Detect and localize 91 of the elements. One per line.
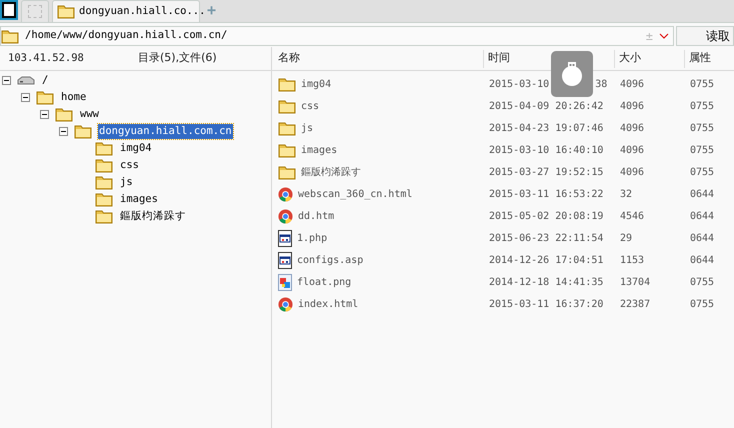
collapse-toggle[interactable] bbox=[59, 127, 68, 136]
folder-icon bbox=[55, 107, 73, 122]
file-permissions: 0755 bbox=[690, 78, 714, 92]
file-time: 2014-12-26 17:04:51 bbox=[489, 254, 604, 268]
file-permissions: 0755 bbox=[690, 276, 714, 290]
file-permissions: 0644 bbox=[690, 188, 714, 202]
file-permissions: 0644 bbox=[690, 232, 714, 246]
file-time: 2015-05-02 20:08:19 bbox=[489, 210, 604, 224]
folder-icon bbox=[278, 120, 296, 136]
folder-icon bbox=[95, 158, 113, 173]
usb-icon bbox=[561, 62, 583, 86]
dropdown-caret-icon[interactable] bbox=[659, 33, 669, 39]
column-header[interactable]: 名称 bbox=[274, 50, 483, 68]
file-time: 2014-12-18 14:41:35 bbox=[489, 276, 604, 290]
file-permissions: 0644 bbox=[690, 254, 714, 268]
browser-icon bbox=[278, 186, 293, 202]
folder-icon bbox=[278, 142, 296, 158]
file-size: 32 bbox=[620, 188, 634, 202]
tree-item[interactable]: dongyuan.hiall.com.cn bbox=[98, 124, 233, 140]
file-time: 2015-03-11 16:37:20 bbox=[489, 298, 604, 312]
tree-item[interactable]: js bbox=[119, 174, 134, 190]
file-name[interactable]: index.html bbox=[298, 296, 358, 312]
file-permissions: 0755 bbox=[690, 166, 714, 180]
drive-icon bbox=[17, 76, 35, 86]
file-size: 4096 bbox=[620, 144, 646, 158]
file-name[interactable]: 鏂版枃浠跺す bbox=[301, 164, 361, 180]
file-permissions: 0755 bbox=[690, 298, 714, 312]
file-size: 4096 bbox=[620, 122, 646, 136]
file-name[interactable]: img04 bbox=[301, 76, 332, 92]
file-permissions: 0755 bbox=[690, 144, 714, 158]
folder-icon bbox=[74, 124, 92, 139]
file-name[interactable]: webscan_360_cn.html bbox=[298, 186, 412, 202]
file-name[interactable]: dd.htm bbox=[298, 208, 334, 224]
file-name[interactable]: 1.php bbox=[297, 230, 328, 246]
tree-item[interactable]: www bbox=[79, 106, 100, 122]
folder-icon bbox=[278, 76, 296, 92]
file-time: 2015-03-10 16:40:10 bbox=[489, 144, 604, 158]
collapse-toggle[interactable] bbox=[40, 110, 49, 119]
panel-icon[interactable] bbox=[0, 0, 18, 20]
address-field[interactable]: /home/www/dongyuan.hiall.com.cn/ ± bbox=[0, 26, 674, 46]
folder-icon bbox=[95, 192, 113, 207]
folder-icon bbox=[95, 175, 113, 190]
file-name[interactable]: images bbox=[301, 142, 338, 158]
tree-item[interactable]: / bbox=[41, 72, 50, 88]
file-time-tail: 38 bbox=[595, 78, 608, 92]
tree-item[interactable]: home bbox=[60, 90, 88, 106]
file-size: 4546 bbox=[620, 210, 646, 224]
tree-item[interactable]: img04 bbox=[119, 140, 153, 156]
file-name[interactable]: float.png bbox=[297, 274, 352, 290]
script-file-icon bbox=[278, 230, 292, 246]
file-permissions: 0755 bbox=[690, 122, 714, 136]
column-header[interactable]: 属性 bbox=[684, 50, 734, 68]
file-time: 2015-04-23 19:07:46 bbox=[489, 122, 604, 136]
folder-icon bbox=[36, 90, 54, 105]
file-time: 2015-03-27 19:52:15 bbox=[489, 166, 604, 180]
tree-item[interactable]: css bbox=[119, 158, 140, 174]
file-name[interactable]: configs.asp bbox=[297, 252, 364, 268]
file-permissions: 0644 bbox=[690, 210, 714, 224]
tree-item[interactable]: images bbox=[119, 192, 159, 208]
file-time: 2015-06-23 22:11:54 bbox=[489, 232, 604, 246]
file-size: 4096 bbox=[620, 100, 646, 114]
image-file-icon bbox=[278, 274, 292, 290]
file-size: 13704 bbox=[620, 276, 652, 290]
file-size: 4096 bbox=[620, 166, 646, 180]
browser-icon bbox=[278, 208, 293, 224]
host-address: 103.41.52.98 bbox=[8, 50, 85, 66]
script-file-icon bbox=[278, 252, 292, 268]
file-name[interactable]: css bbox=[301, 98, 320, 114]
collapse-toggle[interactable] bbox=[21, 93, 30, 102]
file-size: 4096 bbox=[620, 78, 646, 92]
file-time: 2015-03-11 16:53:22 bbox=[489, 188, 604, 202]
folder-icon bbox=[57, 4, 75, 19]
file-time: 2015-04-09 20:26:42 bbox=[489, 100, 604, 114]
tree-item[interactable]: 鏂版枃浠跺す bbox=[119, 208, 187, 224]
file-size: 22387 bbox=[620, 298, 652, 312]
file-size: 29 bbox=[620, 232, 634, 246]
file-time: 2015-03-10 bbox=[489, 78, 550, 92]
folder-icon bbox=[278, 98, 296, 114]
collapse-toggle[interactable] bbox=[2, 76, 11, 85]
folder-icon bbox=[278, 164, 296, 180]
read-button[interactable]: 读取 bbox=[676, 26, 734, 46]
folder-icon bbox=[1, 28, 19, 44]
browser-icon bbox=[278, 296, 293, 312]
file-name[interactable]: js bbox=[301, 120, 314, 136]
file-permissions: 0755 bbox=[690, 100, 714, 114]
file-size: 1153 bbox=[620, 254, 646, 268]
floating-widget[interactable] bbox=[551, 51, 593, 97]
folder-icon bbox=[95, 141, 113, 156]
item-count: 目录(5),文件(6) bbox=[138, 50, 217, 66]
folder-icon bbox=[95, 209, 113, 224]
column-header[interactable]: 大小 bbox=[614, 50, 684, 68]
